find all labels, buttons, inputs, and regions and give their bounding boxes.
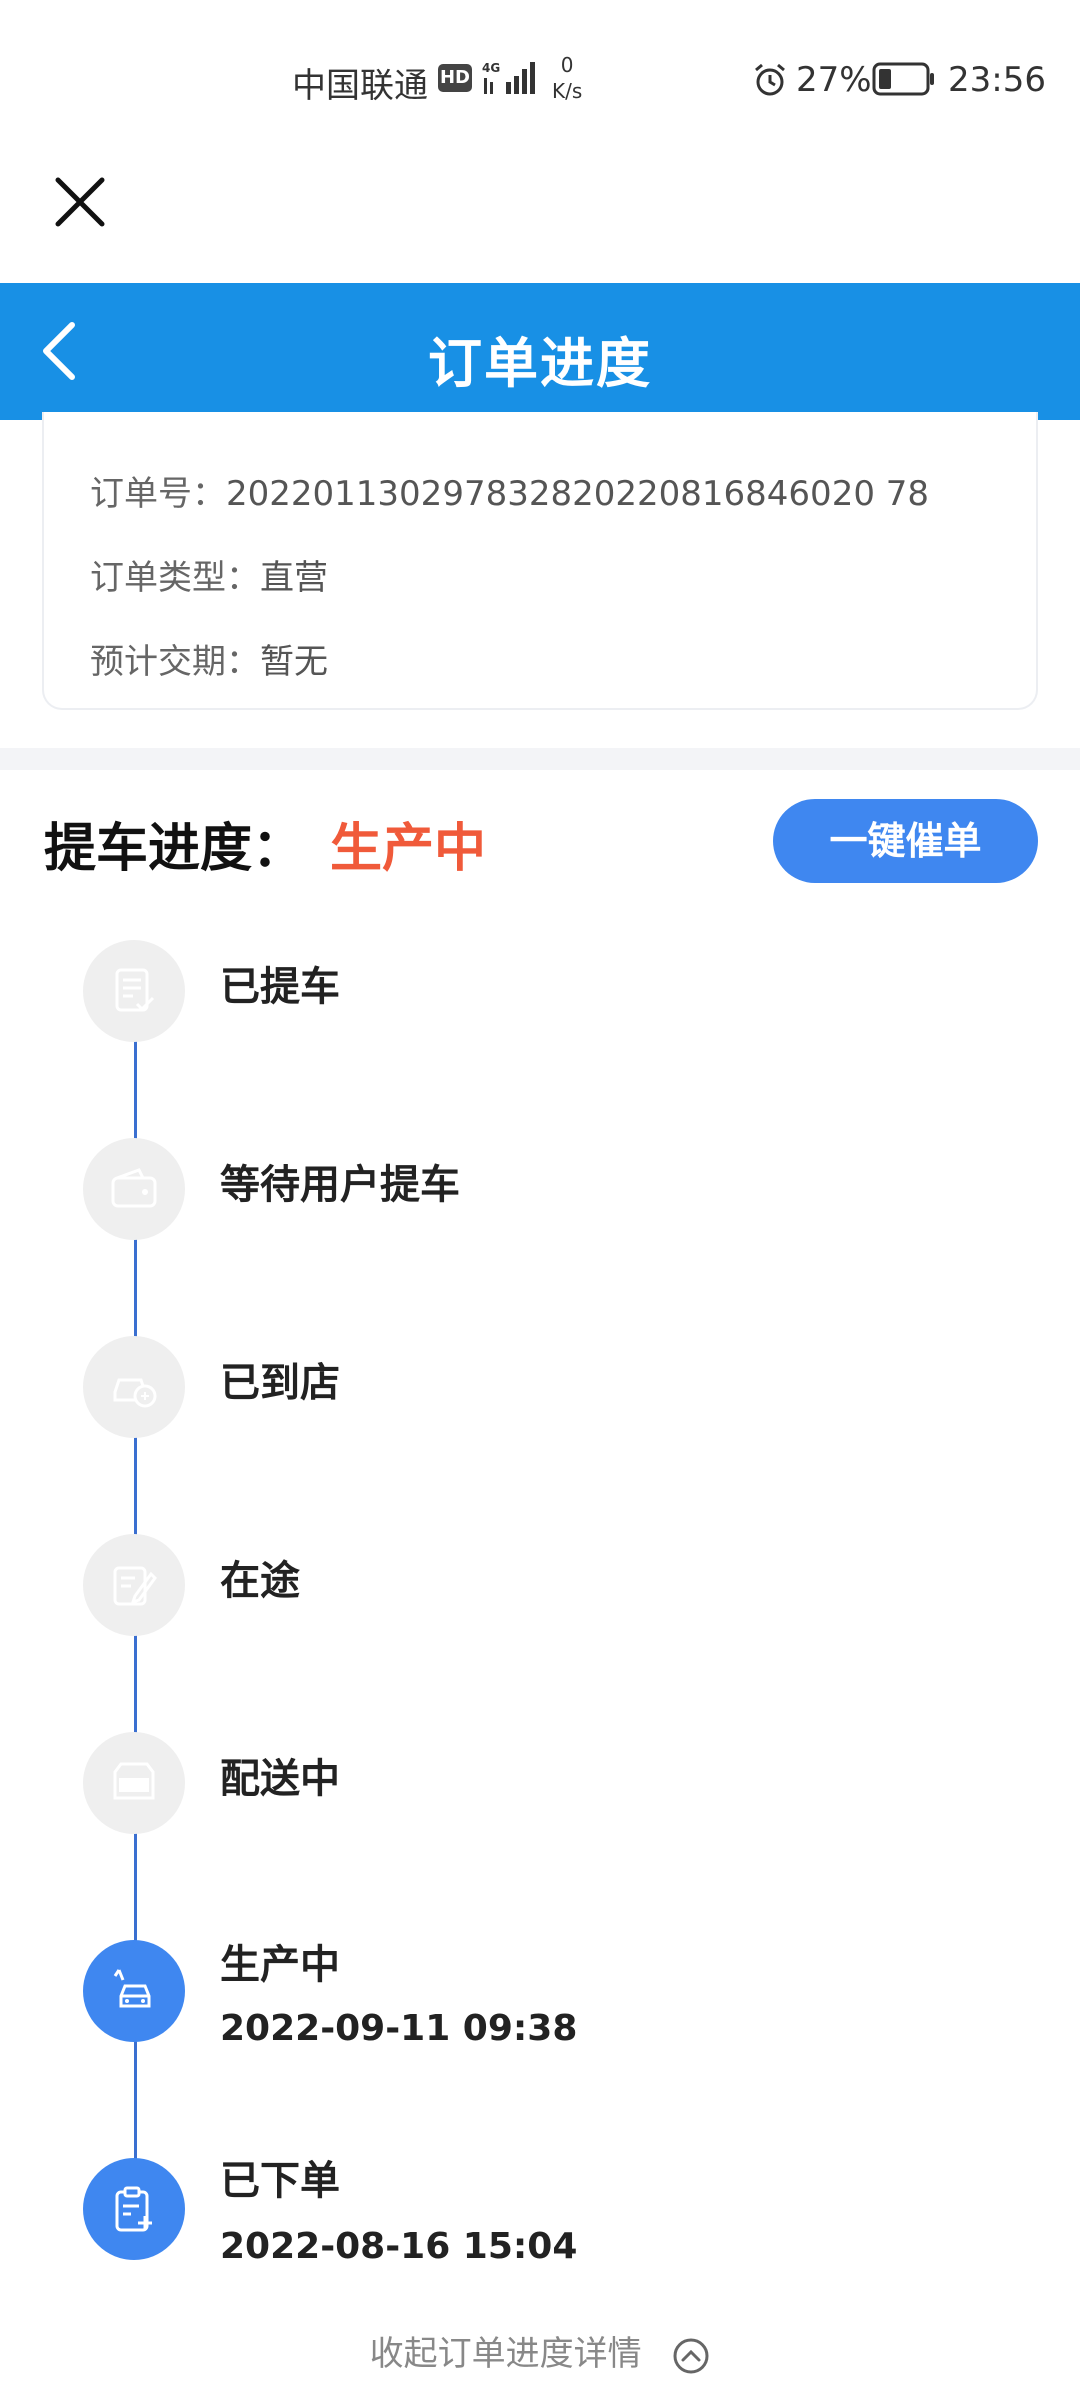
speed-value: 0 [560,53,574,77]
nav-header: 订单进度 [0,283,1080,420]
step-icon-circle [83,940,185,1042]
network-speed: 0 K/s [552,52,582,104]
battery-percent: 27% [796,60,872,100]
section-divider [0,748,1080,770]
step-icon-circle-active [83,2158,185,2260]
car-production-icon [113,1969,151,2008]
step-title: 已提车 [220,964,340,1010]
edit-document-icon [113,1566,157,1606]
step-icon-circle [83,1732,185,1834]
network-type: 4G [482,61,500,75]
clipboard-add-icon [115,2186,152,2232]
wallet-icon [111,1168,157,1208]
collapse-label: 收起订单进度详情 [369,2334,642,2374]
progress-label: 提车进度： [44,819,305,879]
delivery-date-label: 预计交期： [90,642,260,682]
step-title: 等待用户提车 [220,1162,460,1208]
close-icon[interactable] [50,172,110,232]
delivery-date-row: 预计交期：暂无 [90,634,328,683]
order-number-label: 订单号： [90,474,226,514]
chevron-up-circle-icon [673,2338,709,2373]
step-title: 在途 [220,1558,300,1604]
step-icon-circle-active [83,1940,185,2042]
timeline-connector [134,1040,137,1140]
step-icon-circle [83,1534,185,1636]
collapse-progress-details[interactable]: 收起订单进度详情 [0,2326,1080,2375]
order-number-row: 订单号：202201130297832820220816846020 78 [90,466,929,515]
hd-badge: HD [438,64,472,92]
signal-icon: 4G [482,61,535,94]
speed-unit: K/s [552,79,583,103]
alarm-icon [755,63,785,96]
document-check-icon [115,968,155,1012]
step-title: 已到店 [220,1360,340,1406]
timeline-connector [134,1832,137,1942]
timeline-connector [134,1634,137,1734]
step-title: 配送中 [220,1756,340,1802]
order-info-card: 订单号：202201130297832820220816846020 78 订单… [42,412,1038,710]
carrier-name: 中国联通 [292,66,428,106]
step-title: 生产中 [220,1942,340,1988]
status-bar: 中国联通 HD 4G 0 K/s 27% 23:56 [0,0,1080,160]
urge-order-button[interactable]: 一键催单 [773,799,1038,883]
step-icon-circle [83,1336,185,1438]
delivery-date-value: 暂无 [260,642,328,682]
timeline-connector [134,2040,137,2160]
car-receive-icon [113,1378,157,1408]
order-type-label: 订单类型： [90,558,260,598]
order-type-row: 订单类型：直营 [90,550,328,599]
step-icon-circle [83,1138,185,1240]
timeline-connector [134,1436,137,1536]
progress-status: 生产中 [330,819,487,879]
step-time: 2022-09-11 09:38 [220,2008,578,2049]
step-title: 已下单 [220,2158,340,2204]
erp-box-icon [113,1762,155,1800]
page-title: 订单进度 [428,332,652,395]
timeline-connector [134,1238,137,1338]
order-type-value: 直营 [260,558,328,598]
clock: 23:56 [948,60,1046,100]
step-time: 2022-08-16 15:04 [220,2226,578,2267]
order-number-value: 202201130297832820220816846020 78 [226,474,930,514]
battery-icon [872,62,934,96]
